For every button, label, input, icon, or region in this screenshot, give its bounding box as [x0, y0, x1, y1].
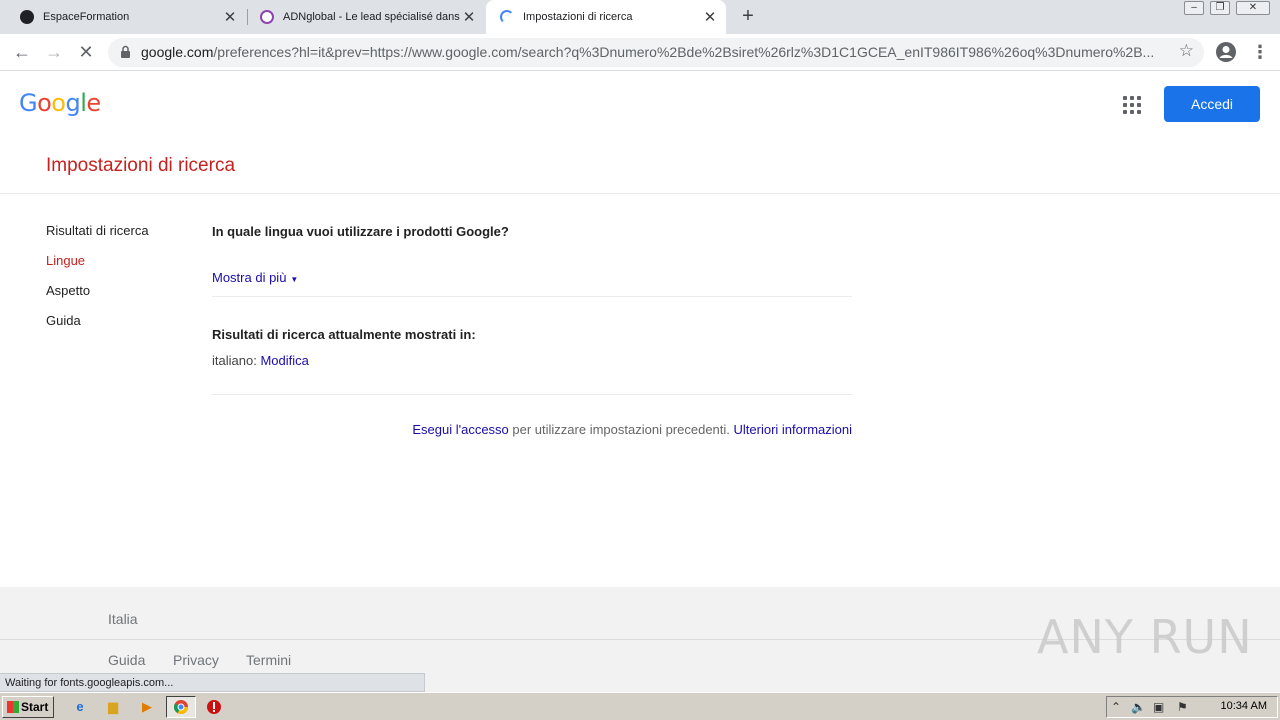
footer-link-termini[interactable]: Termini — [246, 652, 291, 668]
google-apps-grid-icon[interactable] — [1123, 96, 1141, 114]
menu-kebab-icon[interactable]: ⋮ — [1248, 40, 1272, 64]
footer-country: Italia — [108, 611, 138, 627]
language-question: In quale lingua vuoi utilizzare i prodot… — [212, 224, 509, 239]
adnglobal-favicon-icon — [260, 10, 274, 24]
close-window-icon[interactable]: ✕ — [1236, 1, 1270, 15]
file-explorer-icon[interactable]: ▆ — [103, 697, 123, 717]
bookmark-star-icon[interactable]: ☆ — [1179, 41, 1194, 61]
espaceformation-favicon-icon — [20, 10, 34, 24]
google-logo[interactable]: Google — [19, 89, 101, 117]
signin-note: Esegui l'accesso per utilizzare impostaz… — [212, 422, 852, 437]
url-path: /preferences?hl=it&prev=https://www.goog… — [213, 44, 1155, 60]
page-title: Impostazioni di ricerca — [46, 155, 236, 176]
flag-notification-icon[interactable]: ⚑ — [1177, 700, 1188, 714]
tab-adnglobal[interactable]: ADNglobal - Le lead spécialisé dans l'é … — [248, 0, 485, 34]
signin-note-text: per utilizzare impostazioni precedenti. — [508, 422, 734, 437]
start-button[interactable]: Start — [2, 696, 54, 718]
network-icon[interactable]: ▣ — [1153, 700, 1164, 714]
new-tab-plus-icon[interactable]: + — [736, 4, 760, 28]
tab-title: EspaceFormation — [43, 11, 130, 23]
url-host: google.com — [141, 44, 214, 60]
tab-title: ADNglobal - Le lead spécialisé dans l'é — [283, 11, 461, 23]
tab-strip: EspaceFormation ✕ ADNglobal - Le lead sp… — [0, 0, 1280, 34]
caret-down-icon: ▼ — [290, 275, 299, 284]
tab-title: Impostazioni di ricerca — [523, 11, 633, 23]
footer-link-guida[interactable]: Guida — [108, 652, 145, 668]
divider — [212, 296, 852, 297]
show-more-link[interactable]: Mostra di più ▼ — [212, 270, 298, 285]
chrome-taskbar-button[interactable] — [166, 696, 196, 718]
stop-sign-icon[interactable] — [204, 697, 224, 717]
internet-explorer-icon[interactable]: e — [70, 697, 90, 717]
anyrun-watermark: ANY RUN — [1037, 610, 1253, 664]
restore-window-icon[interactable]: ❐ — [1210, 1, 1230, 15]
forward-arrow-icon[interactable]: → — [42, 40, 66, 64]
sidenav-item-guida[interactable]: Guida — [46, 313, 81, 328]
logo-letter: e — [86, 89, 101, 117]
more-info-link[interactable]: Ulteriori informazioni — [734, 422, 852, 437]
minimize-window-icon[interactable]: – — [1184, 1, 1204, 15]
current-language-value: italiano — [212, 353, 254, 368]
sidenav-item-aspetto[interactable]: Aspetto — [46, 283, 90, 298]
back-arrow-icon[interactable]: ← — [10, 40, 34, 64]
chrome-icon — [174, 700, 188, 714]
divider — [0, 193, 1280, 194]
tab-impostazioni-active[interactable]: Impostazioni di ricerca ✕ — [486, 0, 726, 34]
profile-avatar-icon[interactable] — [1215, 41, 1237, 63]
media-player-icon[interactable]: ▶ — [137, 697, 157, 717]
tab-espaceformation[interactable]: EspaceFormation ✕ — [0, 0, 246, 34]
divider — [212, 394, 852, 395]
windows-flag-icon — [7, 701, 19, 713]
windows-taskbar: Start e ▆ ▶ ⌃ 🔈 ▣ ⚑ 10:34 AM — [0, 692, 1280, 720]
current-language: italiano: Modifica — [212, 353, 309, 368]
logo-letter: G — [19, 89, 38, 117]
browser-toolbar: ← → ✕ google.com/preferences?hl=it&prev=… — [0, 34, 1280, 71]
logo-letter: g — [65, 89, 81, 117]
signin-link[interactable]: Esegui l'accesso — [412, 422, 508, 437]
lock-icon — [121, 45, 130, 58]
signin-button[interactable]: Accedi — [1164, 86, 1260, 122]
close-tab-icon[interactable]: ✕ — [461, 8, 477, 26]
close-tab-icon[interactable]: ✕ — [702, 8, 718, 26]
address-bar[interactable]: google.com/preferences?hl=it&prev=https:… — [108, 38, 1204, 67]
status-bubble: Waiting for fonts.googleapis.com... — [0, 673, 425, 692]
tray-expand-icon[interactable]: ⌃ — [1111, 700, 1121, 714]
sidenav-item-risultati[interactable]: Risultati di ricerca — [46, 223, 149, 238]
results-language-heading: Risultati di ricerca attualmente mostrat… — [212, 327, 476, 342]
url-text: google.com/preferences?hl=it&prev=https:… — [141, 44, 1171, 60]
show-more-label: Mostra di più — [212, 270, 287, 285]
screen: EspaceFormation ✕ ADNglobal - Le lead sp… — [0, 0, 1280, 720]
loading-spinner-icon — [500, 10, 514, 24]
system-tray: ⌃ 🔈 ▣ ⚑ 10:34 AM — [1106, 696, 1278, 718]
footer-link-privacy[interactable]: Privacy — [173, 652, 219, 668]
sidenav-item-lingue[interactable]: Lingue — [46, 253, 85, 268]
edit-language-link[interactable]: Modifica — [260, 353, 308, 368]
close-tab-icon[interactable]: ✕ — [222, 8, 238, 26]
logo-letter: o — [37, 89, 52, 117]
start-label: Start — [21, 700, 49, 714]
logo-letter: o — [51, 89, 66, 117]
stop-loading-icon[interactable]: ✕ — [74, 40, 98, 64]
volume-icon[interactable]: 🔈 — [1131, 700, 1146, 714]
taskbar-clock[interactable]: 10:34 AM — [1221, 700, 1267, 712]
